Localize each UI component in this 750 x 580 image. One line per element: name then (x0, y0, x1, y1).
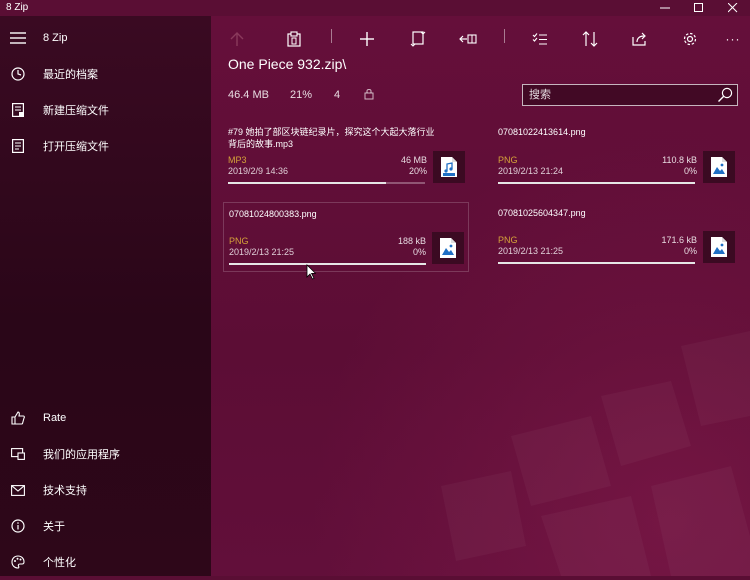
sidebar-item-our-apps[interactable]: 我们的应用程序 (0, 436, 211, 472)
new-archive-icon (8, 100, 28, 120)
more-icon[interactable]: ··· (720, 26, 746, 52)
file-date: 2019/2/13 21:24 (498, 166, 564, 176)
app-title: 8 Zip (6, 2, 29, 13)
file-type: PNG (498, 235, 518, 245)
sidebar-item-label: 新建压缩文件 (43, 105, 109, 117)
sidebar-item-label: 关于 (43, 521, 65, 533)
hamburger-menu-button[interactable]: 8 Zip (0, 20, 211, 56)
file-size: 46 MB (400, 155, 427, 165)
archive-path: One Piece 932.zip\ (228, 56, 347, 72)
lock-icon[interactable] (364, 88, 374, 103)
sidebar-item-support[interactable]: 技术支持 (0, 472, 211, 508)
file-type: PNG (498, 155, 518, 165)
sidebar: 8 Zip 最近的档案 新建压缩文件 打开压缩文件 Rate 我们的应用程序 技… (0, 16, 211, 576)
file-percent: 0% (683, 166, 697, 176)
progress-fill (229, 263, 426, 265)
progress-fill (498, 262, 695, 264)
file-date: 2019/2/9 14:36 (228, 166, 289, 176)
audio-file-icon (433, 151, 465, 183)
progress-bar (228, 182, 425, 184)
progress-bar (229, 263, 426, 265)
progress-bar (498, 182, 695, 184)
file-date: 2019/2/13 21:25 (229, 247, 295, 257)
mail-icon (8, 480, 28, 500)
sidebar-item-label: 最近的档案 (43, 69, 98, 81)
file-count: 4 (334, 89, 341, 101)
toolbar-separator (504, 29, 505, 43)
sidebar-item-label: 个性化 (43, 557, 76, 569)
up-arrow-icon[interactable] (224, 26, 250, 52)
mouse-cursor-icon (306, 264, 317, 285)
sidebar-item-label: 打开压缩文件 (43, 141, 109, 153)
info-icon (8, 516, 28, 536)
toolbar-separator (331, 29, 332, 43)
thumbs-up-icon (8, 408, 28, 428)
sidebar-item-label: 技术支持 (43, 485, 87, 497)
file-type: PNG (229, 236, 249, 246)
compression-ratio: 21% (290, 89, 313, 101)
file-name: #79 她拍了部区块链纪录片，探究这个大起大落行业背后的故事.mp3 (228, 127, 435, 149)
progress-bar (498, 262, 695, 264)
file-name: 07081022413614.png (498, 127, 586, 137)
apps-icon (8, 444, 28, 464)
hamburger-icon (8, 28, 28, 48)
paste-icon[interactable] (281, 26, 307, 52)
title-bar: 8 Zip (0, 0, 750, 16)
maximize-icon[interactable] (682, 0, 716, 16)
image-file-icon (432, 232, 464, 264)
sort-icon[interactable] (577, 26, 603, 52)
add-icon[interactable] (354, 26, 380, 52)
settings-icon[interactable] (677, 26, 703, 52)
sidebar-item-label: 我们的应用程序 (43, 449, 120, 461)
toolbar: ··· (211, 16, 750, 60)
select-all-icon[interactable] (527, 26, 553, 52)
search-input[interactable] (529, 87, 709, 103)
sidebar-item-open-archive[interactable]: 打开压缩文件 (0, 128, 211, 164)
main-panel: ··· One Piece 932.zip\ 46.4 MB 21% 4 #79… (211, 16, 750, 576)
search-box[interactable] (522, 84, 738, 106)
file-type: MP3 (228, 155, 247, 165)
file-percent: 0% (412, 247, 426, 257)
open-archive-icon (8, 136, 28, 156)
file-card[interactable]: 07081025604347.png PNG 2019/2/13 21:25 1… (493, 202, 739, 272)
file-card-selected[interactable]: 07081024800383.png PNG 2019/2/13 21:25 1… (223, 202, 469, 272)
file-card[interactable]: 07081022413614.png PNG 2019/2/13 21:24 1… (493, 121, 739, 193)
file-size: 171.6 kB (661, 235, 697, 245)
archive-size: 46.4 MB (228, 89, 269, 101)
progress-fill (228, 182, 386, 184)
palette-icon (8, 552, 28, 572)
file-size: 188 kB (397, 236, 426, 246)
clock-icon (8, 64, 28, 84)
file-name: 07081025604347.png (498, 208, 586, 218)
file-date: 2019/2/13 21:25 (498, 246, 564, 256)
extract-icon[interactable] (405, 26, 431, 52)
share-icon[interactable] (627, 26, 653, 52)
sidebar-item-personalize[interactable]: 个性化 (0, 544, 211, 580)
file-percent: 0% (683, 246, 697, 256)
progress-fill (498, 182, 695, 184)
file-card[interactable]: #79 她拍了部区块链纪录片，探究这个大起大落行业背后的故事.mp3 MP3 2… (223, 121, 469, 193)
sidebar-item-label: Rate (43, 412, 67, 424)
search-icon[interactable] (717, 87, 733, 108)
file-percent: 20% (408, 166, 427, 176)
sidebar-app-name: 8 Zip (43, 32, 68, 44)
sidebar-item-new-archive[interactable]: 新建压缩文件 (0, 92, 211, 128)
close-icon[interactable] (716, 0, 750, 16)
sidebar-item-about[interactable]: 关于 (0, 508, 211, 544)
file-size: 110.8 kB (662, 155, 697, 165)
image-file-icon (703, 151, 735, 183)
image-file-icon (703, 231, 735, 263)
sidebar-item-rate[interactable]: Rate (0, 400, 211, 436)
file-name: 07081024800383.png (229, 209, 317, 219)
sidebar-item-recent[interactable]: 最近的档案 (0, 56, 211, 92)
minimize-icon[interactable] (648, 0, 682, 16)
move-icon[interactable] (455, 26, 481, 52)
